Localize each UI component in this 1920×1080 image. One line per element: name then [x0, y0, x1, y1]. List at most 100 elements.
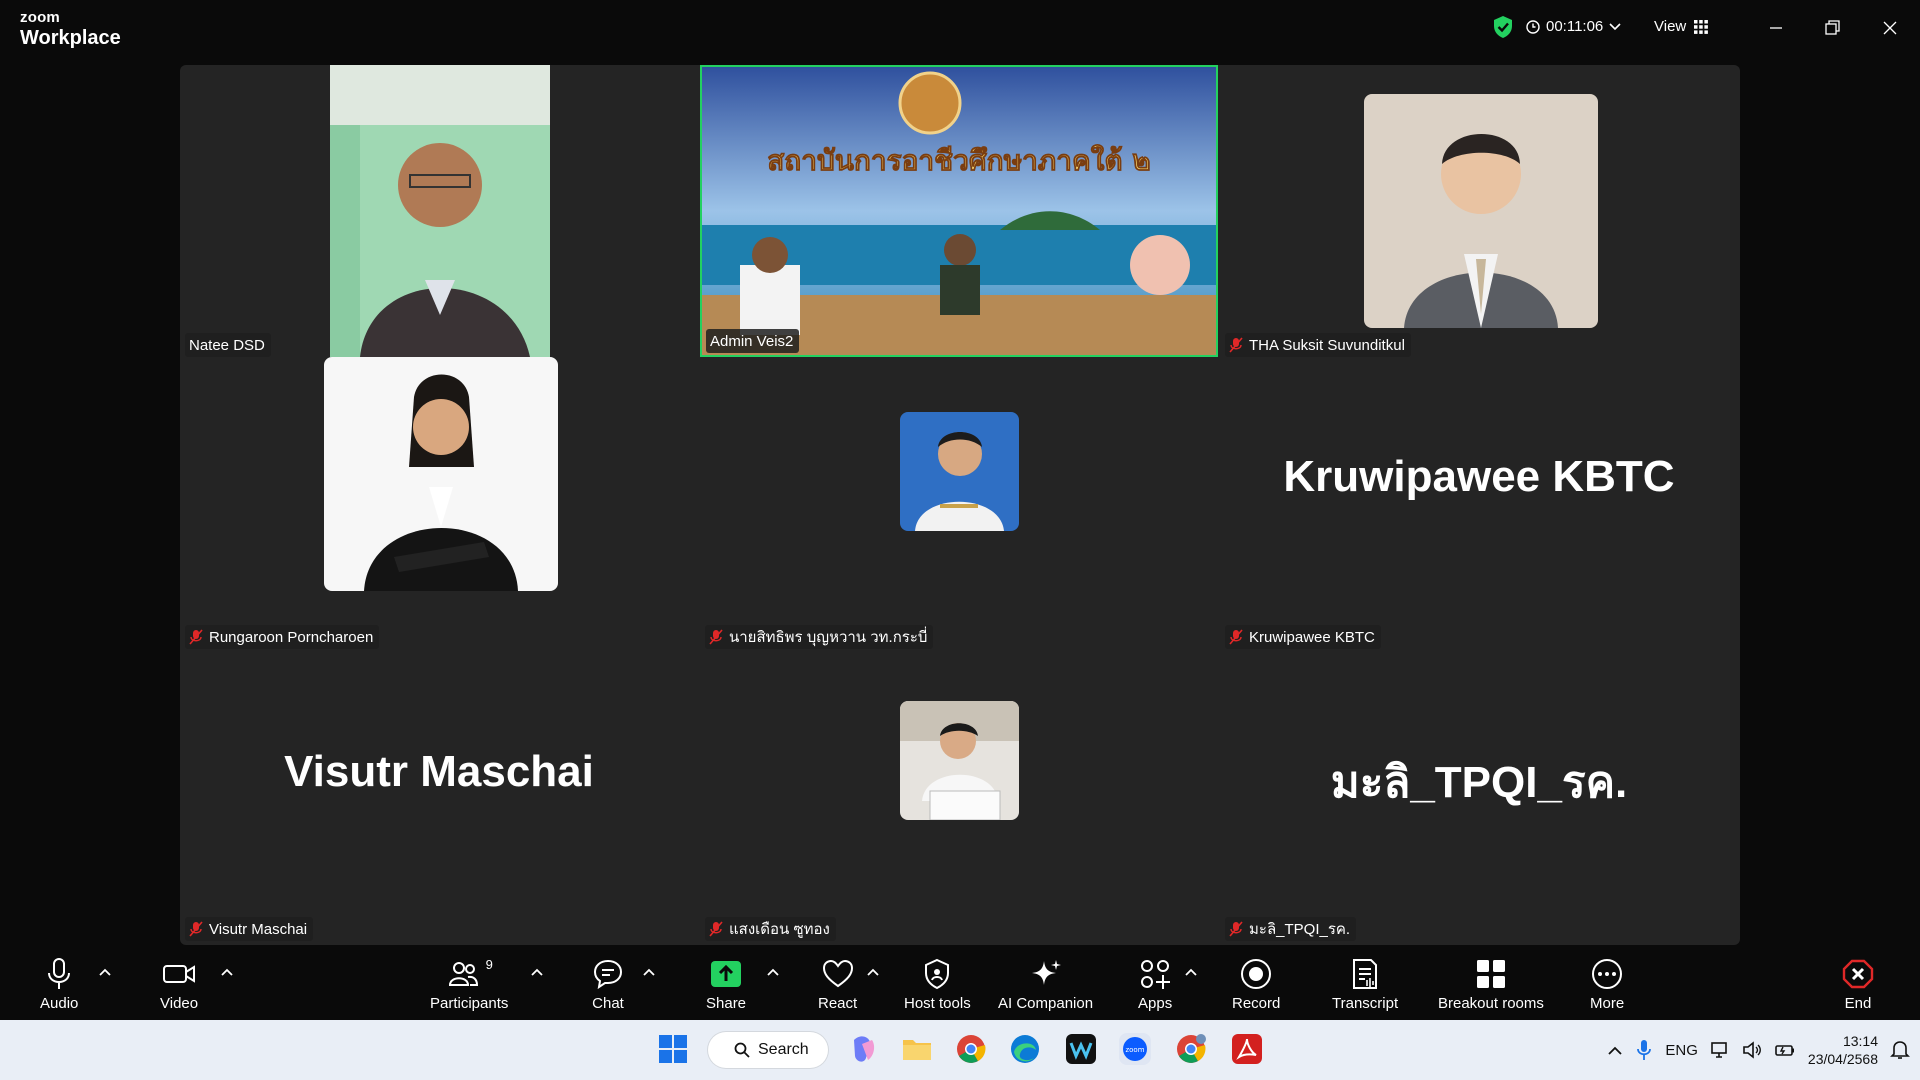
- system-clock[interactable]: 13:14 23/04/2568: [1808, 1032, 1878, 1068]
- participant-video: สถาบันการอาชีวศึกษาภาคใต้ ๒: [700, 65, 1218, 357]
- clock-date: 23/04/2568: [1807, 1051, 1878, 1067]
- react-label: React: [818, 995, 858, 1012]
- more-options-icon: [1592, 959, 1623, 989]
- app-brand: zoom Workplace: [20, 10, 121, 48]
- zoom-app-icon[interactable]: zoom: [1118, 1032, 1152, 1066]
- react-button[interactable]: React: [818, 957, 857, 1012]
- video-label: Video: [160, 995, 199, 1012]
- acrobat-icon[interactable]: [1230, 1032, 1264, 1066]
- breakout-rooms-icon: [1476, 960, 1505, 988]
- windows-start-icon[interactable]: [656, 1032, 690, 1066]
- apps-button[interactable]: Apps: [1138, 957, 1172, 1012]
- chevron-down-icon: [1609, 22, 1621, 30]
- audio-options-caret-icon[interactable]: [98, 967, 112, 977]
- chevron-up-icon[interactable]: [1607, 1044, 1623, 1056]
- notification-bell-icon[interactable]: [1890, 1039, 1910, 1061]
- audio-button[interactable]: Audio: [40, 957, 78, 1012]
- participants-options-caret-icon[interactable]: [530, 967, 544, 977]
- speaker-icon[interactable]: [1742, 1040, 1762, 1060]
- participant-tile[interactable]: Rungaroon Porncharoen: [180, 357, 698, 649]
- share-options-caret-icon[interactable]: [766, 967, 780, 977]
- react-options-caret-icon[interactable]: [866, 967, 880, 977]
- file-explorer-icon[interactable]: [900, 1032, 934, 1066]
- close-icon[interactable]: [1876, 14, 1904, 42]
- chat-options-caret-icon[interactable]: [642, 967, 656, 977]
- participant-tile[interactable]: นายสิทธิพร บุญหวาน วท.กระบี่: [700, 357, 1218, 649]
- record-button[interactable]: Record: [1232, 957, 1280, 1012]
- share-button[interactable]: Share: [706, 957, 746, 1012]
- participant-tile-active-speaker[interactable]: สถาบันการอาชีวศึกษาภาคใต้ ๒ Admin Veis2: [700, 65, 1218, 357]
- network-icon[interactable]: [1710, 1040, 1730, 1060]
- video-options-caret-icon[interactable]: [220, 967, 234, 977]
- participant-tile[interactable]: แสงเดือน ซูทอง: [700, 649, 1218, 941]
- participant-name-bar: Visutr Maschai: [185, 917, 314, 941]
- webex-icon[interactable]: [1064, 1032, 1098, 1066]
- participant-name: Kruwipawee KBTC: [1249, 628, 1375, 646]
- restore-icon[interactable]: [1818, 14, 1846, 42]
- apps-options-caret-icon[interactable]: [1184, 967, 1198, 977]
- participant-photo: [324, 357, 558, 591]
- chat-button[interactable]: Chat: [592, 957, 624, 1012]
- participant-tile[interactable]: THA Suksit Suvunditkul: [1220, 65, 1738, 357]
- timer-text: 00:11:06: [1546, 18, 1604, 35]
- end-label: End: [1844, 995, 1872, 1012]
- participants-count: 9: [485, 957, 493, 972]
- chrome-icon[interactable]: [954, 1032, 988, 1066]
- clock-icon: [1526, 19, 1540, 34]
- view-button[interactable]: View: [1654, 18, 1709, 35]
- transcript-button[interactable]: Transcript: [1332, 957, 1398, 1012]
- banner-text: สถาบันการอาชีวศึกษาภาคใต้ ๒: [767, 144, 1151, 177]
- record-label: Record: [1232, 995, 1281, 1012]
- video-button[interactable]: Video: [160, 957, 198, 1012]
- ai-companion-label: AI Companion: [998, 995, 1094, 1012]
- taskbar-search-box[interactable]: Search: [708, 1032, 828, 1068]
- participant-tile[interactable]: มะลิ_TPQI_รค. มะลิ_TPQI_รค.: [1220, 649, 1738, 941]
- participant-name: นายสิทธิพร บุญหวาน วท.กระบี่: [729, 629, 928, 646]
- shield-icon: [925, 958, 950, 990]
- meeting-timer[interactable]: 00:11:06: [1526, 18, 1621, 35]
- chat-bubble-icon: [593, 959, 623, 990]
- breakout-rooms-label: Breakout rooms: [1438, 995, 1544, 1012]
- participants-button[interactable]: 9 Participants: [430, 957, 508, 1012]
- participant-name: Natee DSD: [189, 336, 265, 354]
- mic-muted-icon: [1229, 337, 1243, 353]
- participants-icon: [448, 962, 478, 986]
- transcript-icon: [1353, 959, 1378, 989]
- mic-muted-icon: [1229, 921, 1243, 937]
- participant-tile[interactable]: Kruwipawee KBTC Kruwipawee KBTC: [1220, 357, 1738, 649]
- more-button[interactable]: More: [1590, 957, 1624, 1012]
- microphone-icon[interactable]: [1635, 1039, 1653, 1061]
- edge-icon[interactable]: [1008, 1032, 1042, 1066]
- transcript-label: Transcript: [1332, 995, 1399, 1012]
- copilot-icon[interactable]: [846, 1032, 880, 1066]
- search-icon: [734, 1042, 750, 1058]
- participant-name: Admin Veis2: [710, 332, 794, 350]
- chrome-profile-icon[interactable]: [1174, 1032, 1208, 1066]
- ai-companion-button[interactable]: AI Companion: [998, 957, 1093, 1012]
- apps-icon: [1141, 960, 1171, 989]
- brand-zoom: zoom: [20, 9, 60, 26]
- battery-icon[interactable]: [1774, 1040, 1796, 1060]
- participant-tile[interactable]: Visutr Maschai Visutr Maschai: [180, 649, 698, 941]
- participant-name-bar: นายสิทธิพร บุญหวาน วท.กระบี่: [705, 625, 934, 649]
- more-label: More: [1590, 995, 1625, 1012]
- input-language[interactable]: ENG: [1665, 1042, 1698, 1059]
- breakout-rooms-button[interactable]: Breakout rooms: [1438, 957, 1544, 1012]
- participant-name: แสงเดือน ซูทอง: [729, 921, 830, 938]
- minimize-icon[interactable]: [1762, 14, 1790, 42]
- participant-name-bar: แสงเดือน ซูทอง: [705, 917, 836, 941]
- mic-muted-icon: [189, 629, 203, 645]
- title-bar: zoom Workplace 00:11:06 View: [0, 0, 1920, 58]
- microphone-icon: [48, 958, 71, 989]
- apps-label: Apps: [1138, 995, 1173, 1012]
- participant-tile[interactable]: Natee DSD: [180, 65, 698, 357]
- participant-name: THA Suksit Suvunditkul: [1249, 336, 1405, 354]
- participant-name: มะลิ_TPQI_รค.: [1249, 921, 1351, 938]
- mic-muted-icon: [1229, 629, 1243, 645]
- participant-name-bar: Admin Veis2: [706, 329, 800, 353]
- end-meeting-button[interactable]: End: [1842, 957, 1874, 1012]
- host-tools-button[interactable]: Host tools: [904, 957, 971, 1012]
- security-shield-icon[interactable]: [1492, 15, 1514, 39]
- video-gallery: Natee DSD สถาบันการอาชีวศึกษาภาคใต้ ๒ Ad…: [180, 65, 1740, 945]
- clock-time: 13:14: [1842, 1033, 1878, 1049]
